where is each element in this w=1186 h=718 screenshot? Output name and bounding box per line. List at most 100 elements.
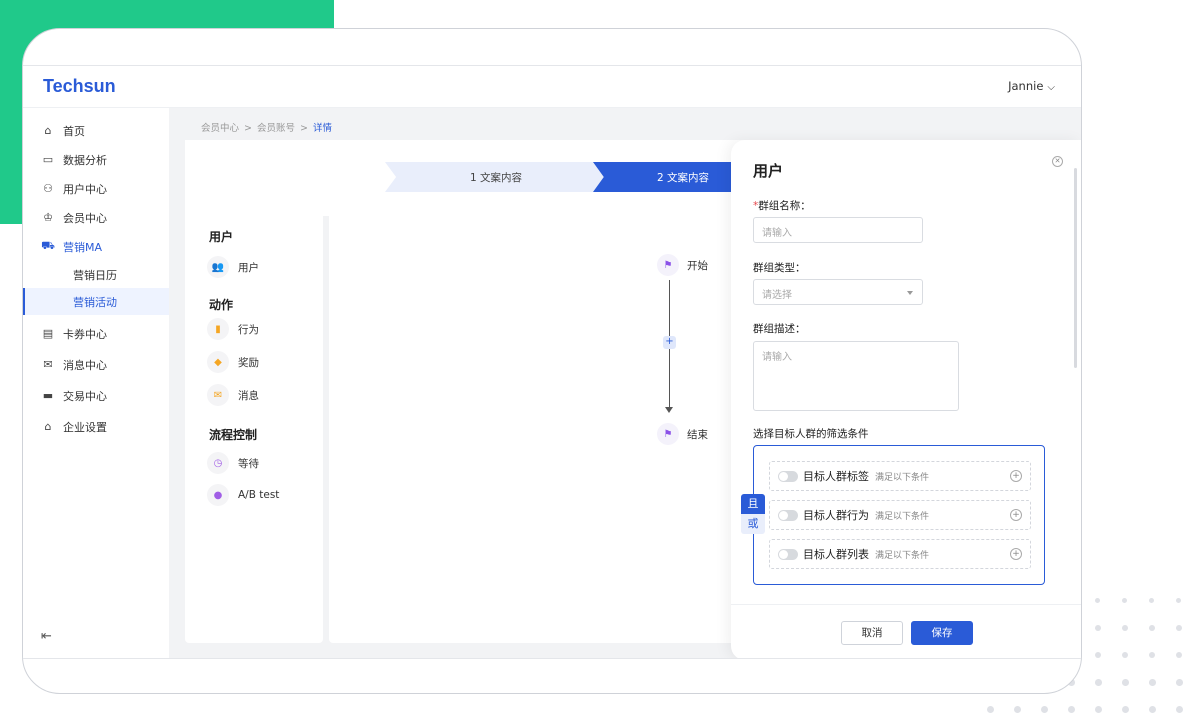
breadcrumb-item[interactable]: 会员账号 (257, 123, 295, 134)
condition-toggle[interactable] (778, 548, 798, 560)
breadcrumb-item[interactable]: 会员中心 (201, 123, 239, 134)
app-logo: Techsun (43, 76, 116, 96)
decorative-dot (1149, 625, 1155, 631)
drawer-title: 用户 (753, 162, 784, 180)
condition-toggle[interactable] (778, 509, 798, 521)
placeholder-text: 请选择 (762, 290, 792, 301)
decorative-dot (1095, 679, 1102, 686)
users-icon: 👥 (207, 256, 229, 278)
condition-hint: 满足以下条件 (875, 472, 930, 483)
sidebar-item-users[interactable]: ⚇ 用户中心 (23, 174, 169, 203)
clock-icon: ◷ (207, 452, 229, 474)
step-label: 1 文案内容 (469, 171, 523, 184)
flow-node-start[interactable]: ⚑ 开始 (657, 254, 708, 276)
condition-name: 目标人群行为 (803, 509, 869, 522)
decorative-dot (1014, 706, 1021, 713)
sidebar-subitem-marketing-calendar[interactable]: 营销日历 (23, 261, 169, 288)
user-name: Jannie (1008, 79, 1044, 93)
palette-item-label: A/B test (238, 489, 280, 501)
decorative-dot (1122, 598, 1128, 604)
decorative-dot (1149, 652, 1156, 659)
placeholder-text: 请输入 (762, 228, 792, 239)
decorative-dot (1122, 625, 1128, 631)
palette-item-behavior[interactable]: ▮ 行为 (207, 318, 259, 340)
decorative-dot (1095, 652, 1102, 659)
chevron-down-icon: ⌵ (1047, 82, 1055, 93)
flow-node-end[interactable]: ⚑ 结束 (657, 423, 708, 445)
top-bar: Techsun Jannie ⌵ (23, 66, 1081, 108)
sidebar-item-home[interactable]: ⌂ 首页 (23, 116, 169, 145)
sidebar-subitem-label: 营销日历 (73, 268, 117, 282)
collapse-menu-icon[interactable]: ⇤ (41, 629, 52, 644)
home-icon: ⌂ (44, 124, 52, 137)
condition-row-behavior: 目标人群行为 满足以下条件 + (769, 500, 1031, 530)
condition-toggle[interactable] (778, 470, 798, 482)
logic-or-option[interactable]: 或 (741, 514, 765, 534)
add-node-button[interactable]: + (663, 336, 676, 349)
flow-node-label: 开始 (687, 259, 708, 272)
decorative-dot (1176, 679, 1183, 686)
decorative-dot (1149, 706, 1156, 713)
breadcrumb-separator: > (244, 123, 252, 134)
save-button[interactable]: 保存 (911, 621, 973, 645)
cancel-button[interactable]: 取消 (841, 621, 903, 645)
decorative-dot (1095, 598, 1101, 604)
group-desc-textarea[interactable]: 请输入 (753, 341, 959, 411)
add-circle-icon[interactable]: + (1010, 509, 1022, 521)
flag-icon: ⚑ (657, 254, 679, 276)
condition-row-tags: 目标人群标签 满足以下条件 + (769, 461, 1031, 491)
group-type-label: 群组类型： (753, 262, 806, 274)
palette-item-ab-test[interactable]: ● A/B test (207, 484, 279, 506)
palette-item-user[interactable]: 👥 用户 (207, 256, 259, 278)
sidebar-item-label: 交易中心 (63, 389, 107, 403)
device-frame: Techsun Jannie ⌵ ⌂ 首页 ▭ 数据分析 ⚇ 用户中心 ♔ 会员中心 ⛟ 营… (22, 28, 1082, 694)
caret-down-icon (907, 291, 913, 295)
palette-item-wait[interactable]: ◷ 等待 (207, 452, 259, 474)
sidebar-item-label: 用户中心 (63, 182, 107, 196)
sidebar-item-label: 消息中心 (63, 358, 107, 372)
logic-and-option[interactable]: 且 (741, 494, 765, 514)
logic-toggle[interactable]: 且 或 (741, 494, 765, 534)
sidebar-item-transactions[interactable]: ▬ 交易中心 (23, 381, 169, 410)
bulb-icon: ● (207, 484, 229, 506)
sidebar-item-messages[interactable]: ✉ 消息中心 (23, 350, 169, 379)
sidebar-item-marketing-ma[interactable]: ⛟ 营销MA (23, 232, 169, 261)
sidebar-subitem-marketing-campaign[interactable]: 营销活动 (23, 288, 169, 315)
decorative-dot (1176, 652, 1183, 659)
sidebar-item-enterprise[interactable]: ⌂ 企业设置 (23, 412, 169, 441)
condition-hint: 满足以下条件 (875, 550, 930, 561)
cart-icon: ⛟ (41, 239, 55, 252)
palette-section-title: 用户 (209, 230, 234, 244)
palette-item-label: 奖励 (238, 356, 259, 369)
group-type-select[interactable]: 请选择 (753, 279, 923, 305)
add-circle-icon[interactable]: + (1010, 470, 1022, 482)
palette-item-reward[interactable]: ◆ 奖励 (207, 351, 259, 373)
sidebar-item-analytics[interactable]: ▭ 数据分析 (23, 145, 169, 174)
group-name-input[interactable]: 请输入 (753, 217, 923, 243)
sidebar-item-label: 会员中心 (63, 211, 107, 225)
palette-section-title: 动作 (209, 298, 234, 312)
condition-row-list: 目标人群列表 满足以下条件 + (769, 539, 1031, 569)
decorative-dot (1041, 706, 1048, 713)
user-group-drawer: 用户 ✕ *群组名称： 请输入 群组类型： 请选择 群组描述： 请输入 选择目标… (731, 140, 1081, 658)
breadcrumb-current: 详情 (312, 123, 332, 134)
sidebar: ⌂ 首页 ▭ 数据分析 ⚇ 用户中心 ♔ 会员中心 ⛟ 营销MA 营销日历 营销活动 ▤ 卡… (23, 108, 169, 658)
sidebar-item-label: 首页 (63, 124, 85, 138)
node-palette: 用户 👥 用户 动作 ▮ 行为 ◆ 奖励 ✉ 消息 流程控制 ◷ 等待 ● A/B test (185, 216, 323, 643)
gift-icon: ◆ (207, 351, 229, 373)
user-menu[interactable]: Jannie ⌵ (1008, 79, 1055, 93)
scrollbar[interactable] (1074, 168, 1077, 368)
condition-name: 目标人群标签 (803, 470, 869, 483)
sidebar-item-label: 企业设置 (63, 420, 107, 434)
sidebar-item-coupons[interactable]: ▤ 卡券中心 (23, 319, 169, 348)
group-name-label: *群组名称： (753, 198, 811, 213)
palette-item-label: 行为 (238, 323, 259, 336)
building-icon: ⌂ (44, 420, 52, 433)
palette-item-message[interactable]: ✉ 消息 (207, 384, 259, 406)
placeholder-text: 请输入 (762, 352, 792, 363)
add-circle-icon[interactable]: + (1010, 548, 1022, 560)
step-1[interactable]: 1 文案内容 (385, 162, 607, 192)
decorative-dot (1176, 598, 1182, 604)
sidebar-item-members[interactable]: ♔ 会员中心 (23, 203, 169, 232)
close-icon[interactable]: ✕ (1052, 156, 1063, 167)
